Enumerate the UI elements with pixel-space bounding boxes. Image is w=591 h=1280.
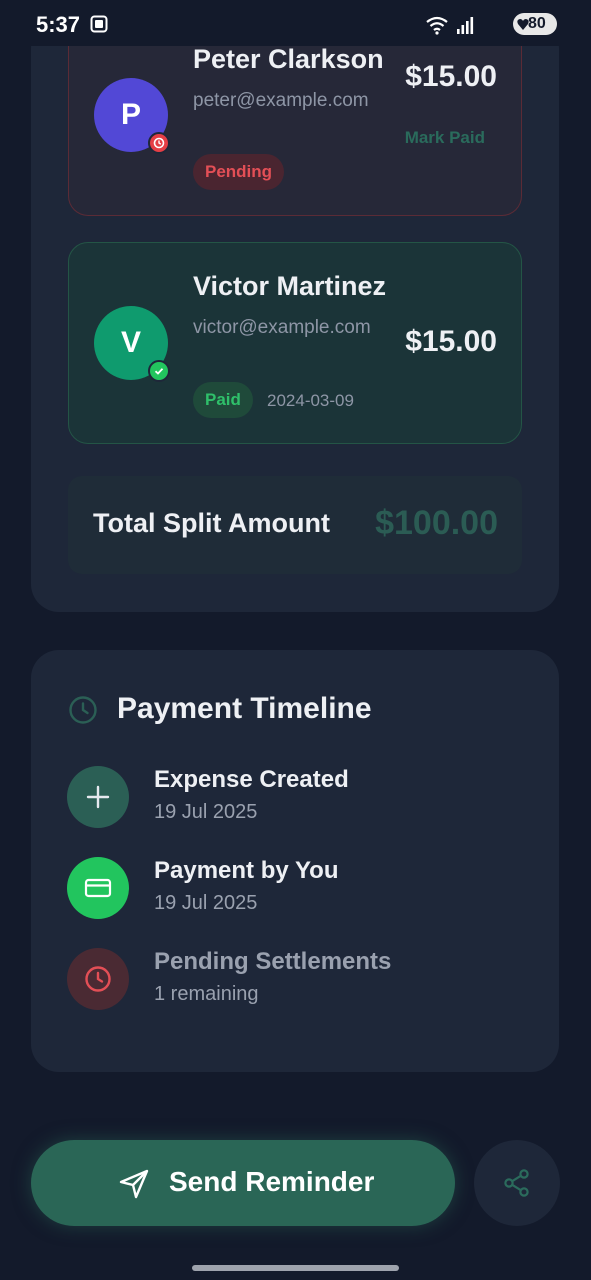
status-time: 5:37	[36, 12, 81, 37]
signal-icon	[457, 17, 474, 34]
clock-icon	[85, 966, 111, 992]
timeline-item-expense-created: Expense Created 19 Jul 2025	[67, 766, 527, 830]
share-button[interactable]	[474, 1140, 560, 1226]
avatar-initial: P	[120, 98, 141, 131]
payment-timeline-card: Payment Timeline Expense Created 19 Jul …	[31, 650, 559, 1072]
member-amount: $15.00	[405, 325, 497, 358]
send-reminder-button[interactable]: Send Reminder	[31, 1140, 455, 1226]
timeline-label: Expense Created	[154, 766, 349, 793]
avatar-initial: V	[120, 326, 141, 359]
check-icon	[154, 368, 164, 375]
status-badge-pending: Pending	[193, 154, 285, 190]
send-reminder-label: Send Reminder	[169, 1166, 375, 1197]
member-amount: $15.00	[405, 60, 497, 93]
avatar: P	[94, 78, 170, 154]
timeline-item-payment: Payment by You 19 Jul 2025	[67, 857, 527, 921]
clock-icon	[153, 137, 165, 149]
send-icon	[119, 1169, 149, 1199]
member-name: Peter Clarkson	[193, 44, 384, 74]
share-icon	[504, 1169, 529, 1197]
mark-paid-button[interactable]: Mark Paid	[405, 128, 485, 148]
paid-badge	[148, 360, 170, 382]
timeline-item-pending: Pending Settlements 1 remaining	[67, 948, 527, 1012]
timeline-status: 1 remaining	[154, 983, 259, 1005]
timeline-date: 19 Jul 2025	[154, 892, 258, 914]
total-split-value: $100.00	[375, 504, 498, 542]
timeline-title: Payment Timeline	[117, 692, 372, 725]
timeline-circle	[67, 948, 129, 1010]
timeline-date: 19 Jul 2025	[154, 801, 258, 823]
timeline-label: Pending Settlements	[154, 948, 392, 975]
member-email: peter@example.com	[193, 90, 369, 111]
timeline-circle	[67, 766, 129, 828]
screenshot-icon	[90, 15, 108, 33]
member-card-victor: V Victor Martinez victor@example.com $15…	[68, 242, 522, 444]
member-card-peter: P Peter Clarkson peter@example.com $15.0…	[68, 20, 522, 216]
clock-icon	[69, 696, 97, 724]
battery-indicator: 80	[513, 13, 557, 35]
plus-icon	[86, 785, 110, 809]
member-name: Victor Martinez	[193, 271, 387, 301]
total-split-row: Total Split Amount $100.00	[68, 476, 522, 574]
wifi-icon	[426, 16, 448, 35]
total-split-label: Total Split Amount	[93, 508, 330, 538]
home-indicator[interactable]	[192, 1265, 399, 1271]
battery-level: 80	[528, 15, 546, 32]
timeline-label: Payment by You	[154, 857, 339, 884]
split-members-card: P Peter Clarkson peter@example.com $15.0…	[31, 20, 559, 612]
paid-date: 2024-03-09	[267, 391, 354, 410]
timeline-circle	[67, 857, 129, 919]
status-bar: 5:37 80	[0, 0, 591, 46]
member-email: victor@example.com	[193, 317, 371, 338]
status-badge-paid: Paid	[193, 382, 253, 418]
avatar: V	[94, 306, 170, 382]
pending-badge	[148, 132, 170, 154]
credit-card-icon	[84, 878, 112, 898]
